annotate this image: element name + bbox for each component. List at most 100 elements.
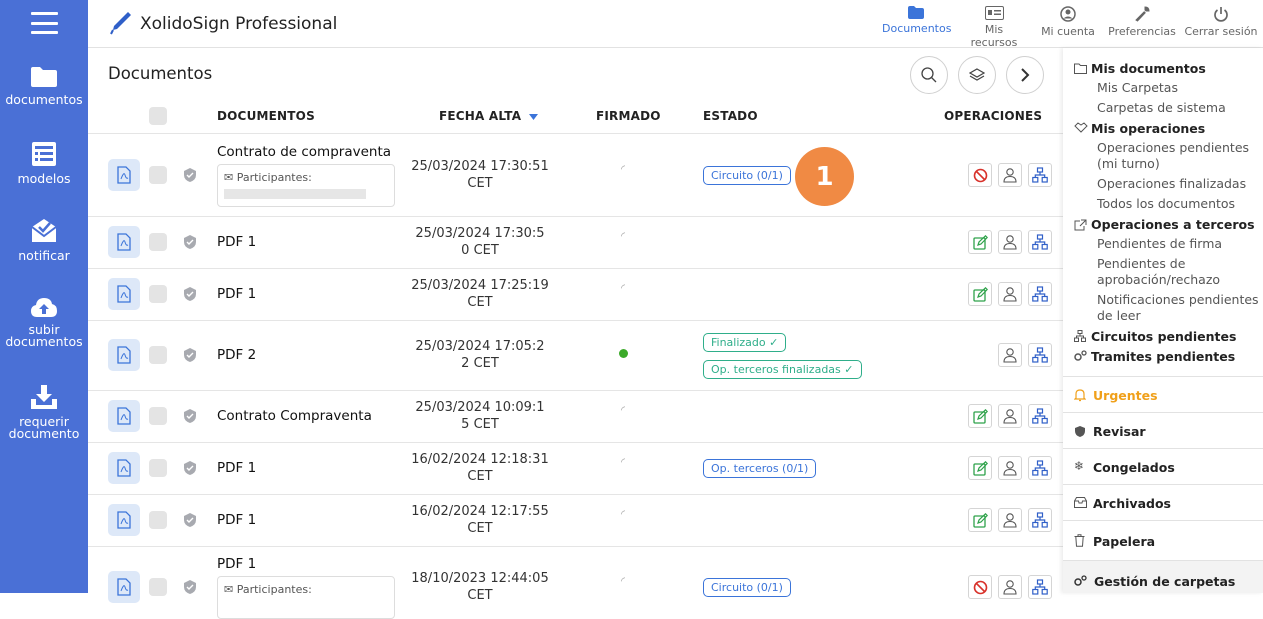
participants-button[interactable] [998,282,1022,306]
menu-circuitos-pendientes[interactable]: Circuitos pendientes [1091,329,1236,344]
sidebar-item-documentos[interactable]: documentos [0,66,88,106]
pdf-icon[interactable] [108,571,140,603]
sidebar-item-subir[interactable]: subir documentos [0,296,88,348]
menu-carpetas-sistema[interactable]: Carpetas de sistema [1097,100,1262,116]
pdf-icon[interactable] [108,278,140,310]
divider [88,133,1063,134]
menu-mis-documentos[interactable]: Mis documentos [1091,61,1206,76]
pdf-icon[interactable] [108,452,140,484]
tab-label: Documentos [882,22,952,35]
sidebar-item-label: documentos [5,334,83,349]
menu-pendientes-firma[interactable]: Pendientes de firma [1097,236,1262,252]
sidebar-item-requerir[interactable]: requerir documento [0,384,88,440]
pdf-icon[interactable] [108,504,140,536]
edit-button[interactable] [968,282,992,306]
document-name[interactable]: Contrato de compraventa [217,144,391,160]
row-checkbox[interactable] [149,233,167,251]
shield-check-icon [184,348,196,362]
row-checkbox[interactable] [149,285,167,303]
row-checkbox[interactable] [149,511,167,529]
layers-button[interactable] [958,56,996,94]
row-checkbox[interactable] [149,459,167,477]
edit-button[interactable] [968,456,992,480]
status-badge[interactable]: Op. terceros finalizadas ✓ [703,360,862,379]
circuit-button[interactable] [1028,282,1052,306]
expand-panel-button[interactable] [1006,56,1044,94]
document-name[interactable]: PDF 1 [217,234,256,250]
circuit-button[interactable] [1028,230,1052,254]
row-checkbox[interactable] [149,346,167,364]
document-name[interactable]: Contrato Compraventa [217,408,372,424]
edit-button[interactable] [968,230,992,254]
participants-button[interactable] [998,508,1022,532]
status-badge[interactable]: Finalizado ✓ [703,333,787,352]
status-badge[interactable]: Circuito (0/1) [703,166,791,185]
menu-congelados[interactable]: Congelados [1093,460,1175,475]
circuit-button[interactable] [1028,404,1052,428]
reject-button[interactable] [968,163,992,187]
menu-todos-documentos[interactable]: Todos los documentos [1097,196,1262,212]
participants-button[interactable] [998,230,1022,254]
reject-button[interactable] [968,575,992,599]
circuit-button[interactable] [1028,343,1052,367]
pdf-icon[interactable] [108,226,140,258]
participants-button[interactable] [998,163,1022,187]
row-checkbox[interactable] [149,166,167,184]
pdf-icon[interactable] [108,159,140,191]
menu-pendientes-aprobacion[interactable]: Pendientes de aprobación/rechazo [1097,256,1262,288]
edit-button[interactable] [968,404,992,428]
participants-button[interactable] [998,343,1022,367]
column-documentos[interactable]: DOCUMENTOS [217,109,315,123]
participants-button[interactable] [998,404,1022,428]
menu-mis-operaciones[interactable]: Mis operaciones [1091,121,1205,136]
menu-urgentes[interactable]: Urgentes [1093,388,1158,403]
column-fecha-alta[interactable]: FECHA ALTA [439,109,538,123]
menu-papelera[interactable]: Papelera [1093,534,1155,549]
circuit-button[interactable] [1028,508,1052,532]
document-name[interactable]: PDF 1 [217,556,256,572]
document-name[interactable]: PDF 2 [217,347,256,363]
menu-icon[interactable] [31,12,58,34]
edit-button[interactable] [968,508,992,532]
search-button[interactable] [910,56,948,94]
power-icon [1214,7,1228,22]
menu-gestion-carpetas[interactable]: Gestión de carpetas [1063,561,1263,593]
user-icon [1003,409,1017,424]
pdf-icon[interactable] [108,339,140,371]
status-badge[interactable]: Op. terceros (0/1) [703,459,817,478]
tab-preferencias[interactable]: Preferencias [1106,6,1178,38]
row-checkbox[interactable] [149,578,167,596]
circuit-button[interactable] [1028,456,1052,480]
document-name[interactable]: PDF 1 [217,286,256,302]
sidebar-item-modelos[interactable]: modelos [0,141,88,185]
menu-notificaciones-pendientes[interactable]: Notificaciones pendientes de leer [1097,292,1262,324]
signed-indicator: ◜ [621,457,625,468]
pdf-icon[interactable] [108,400,140,432]
participants-button[interactable] [998,575,1022,599]
document-name[interactable]: PDF 1 [217,460,256,476]
date-line: 25/03/2024 17:30:51 [411,159,549,174]
participants-button[interactable] [998,456,1022,480]
tab-documentos[interactable]: Documentos [882,6,952,35]
tab-label: Preferencias [1108,25,1176,38]
menu-op-finalizadas[interactable]: Operaciones finalizadas [1097,176,1262,192]
sidebar-item-notificar[interactable]: notificar [0,218,88,262]
menu-archivados[interactable]: Archivados [1093,496,1171,511]
menu-op-terceros[interactable]: Operaciones a terceros [1091,217,1255,232]
sort-down-icon [528,113,538,120]
tab-mis-recursos[interactable]: Mis recursos [960,6,1028,49]
mail-icon: ✉ [224,583,234,596]
circuit-button[interactable] [1028,575,1052,599]
menu-mis-carpetas[interactable]: Mis Carpetas [1097,80,1262,96]
circuit-button[interactable] [1028,163,1052,187]
row-checkbox[interactable] [149,407,167,425]
tab-cerrar-sesion[interactable]: Cerrar sesión [1184,6,1258,38]
menu-tramites-pendientes[interactable]: Tramites pendientes [1091,349,1235,364]
document-name[interactable]: PDF 1 [217,512,256,528]
menu-op-pendientes[interactable]: Operaciones pendientes (mi turno) [1097,140,1262,172]
status-badge[interactable]: Circuito (0/1) [703,578,791,597]
menu-revisar[interactable]: Revisar [1093,424,1146,439]
select-all-checkbox[interactable] [149,107,167,125]
tab-mi-cuenta[interactable]: Mi cuenta [1036,6,1100,38]
user-icon [1003,235,1017,250]
